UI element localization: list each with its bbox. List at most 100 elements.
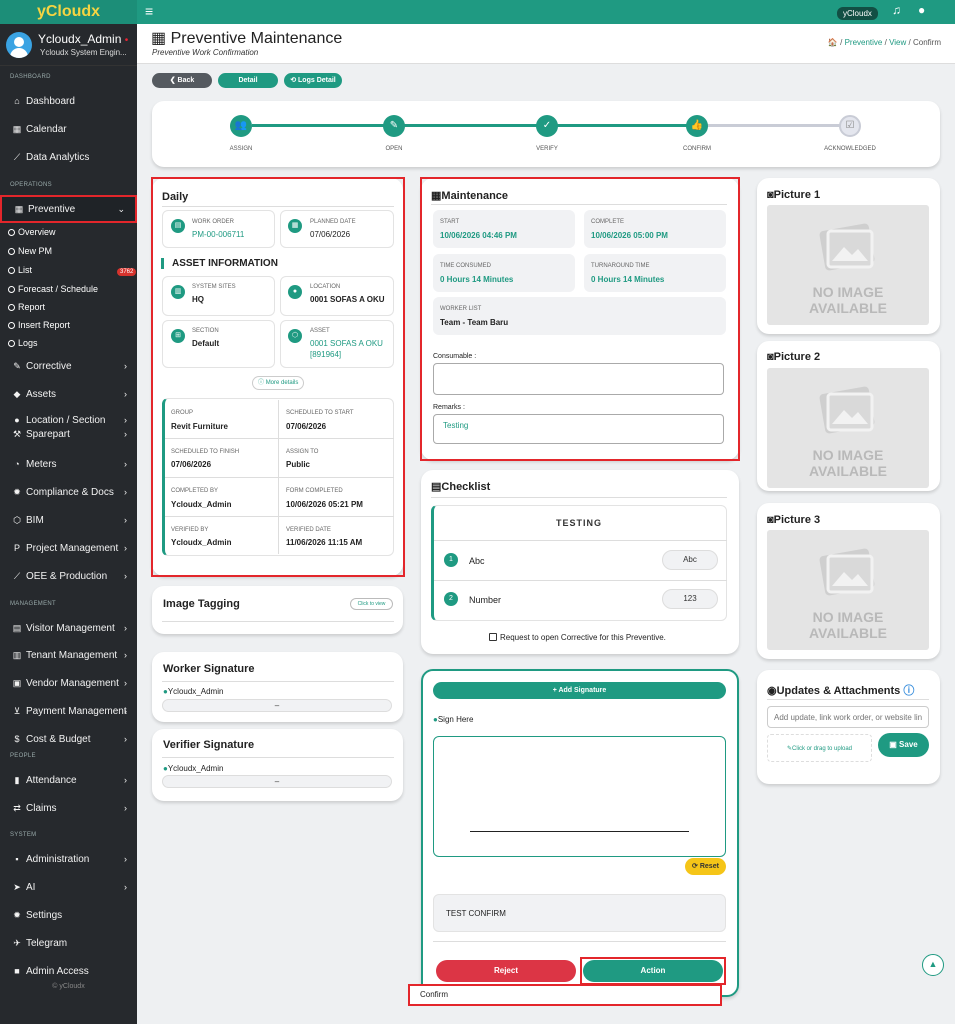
sidebar-item-oee[interactable]: ⟋ OEE & Production › (0, 566, 137, 586)
reject-button[interactable]: Reject (436, 960, 576, 982)
action-dropdown-option-confirm[interactable]: Confirm (408, 984, 722, 1006)
image-icon (819, 386, 875, 434)
consumable-textarea[interactable] (433, 363, 724, 395)
sidebar-item-claims[interactable]: ⇄ Claims › (0, 798, 137, 818)
sidebar-sub-report[interactable]: Report (8, 302, 45, 312)
checkbox[interactable] (489, 633, 497, 641)
sidebar-item-calendar[interactable]: ▦ Calendar (0, 119, 137, 139)
more-details-button[interactable]: ⓘ More details (252, 376, 305, 390)
picture-2-title: Picture 2 (773, 351, 821, 363)
image-icon (819, 223, 875, 271)
sidebar-item-project[interactable]: P Project Management › (0, 538, 137, 558)
sidebar-sub-list[interactable]: List (8, 265, 32, 275)
asset-value-id[interactable]: [891964] (310, 350, 341, 359)
sidebar-sub-logs[interactable]: Logs (8, 338, 38, 348)
sidebar-item-administration[interactable]: ▪ Administration › (0, 849, 137, 869)
signature-pad[interactable] (433, 736, 726, 857)
building-icon: ▥ (171, 285, 185, 299)
home-icon[interactable]: 🏠 (828, 38, 838, 47)
upload-dropzone[interactable]: ✎Click or drag to upload (767, 734, 872, 762)
checklist-item-value[interactable]: 123 (662, 589, 718, 609)
sidebar-item-attendance[interactable]: ▮ Attendance › (0, 770, 137, 790)
profile-block[interactable]: Ycloudx_Admin • Ycloudx System Engin... (0, 24, 137, 66)
sidebar-item-cost[interactable]: $ Cost & Budget › (0, 729, 137, 749)
no-image-text: NO IMAGE (812, 284, 884, 300)
picture-2-placeholder[interactable]: NO IMAGE AVAILABLE (767, 368, 929, 488)
sidebar-item-admin-access[interactable]: ■ Admin Access (0, 961, 137, 981)
users-icon[interactable]: 👥 (230, 115, 252, 137)
sidebar-item-sparepart[interactable]: ⚒ Sparepart › (0, 426, 137, 442)
sidebar-item-payment[interactable]: ⊻ Payment Management › (0, 701, 137, 721)
action-highlight (580, 957, 726, 985)
org-badge[interactable]: yCloudx (837, 7, 878, 20)
save-button[interactable]: ▣ Save (878, 733, 929, 757)
sub-label: Insert Report (18, 320, 71, 330)
page-title: Preventive Maintenance (170, 30, 343, 47)
click-to-view-button[interactable]: Click to view (350, 598, 393, 610)
sidebar-sub-new-pm[interactable]: New PM (8, 246, 52, 256)
detail-button[interactable]: Detail (218, 73, 278, 88)
verifier-signature-title: Verifier Signature (163, 739, 255, 751)
sidebar-item-vendor[interactable]: ▣ Vendor Management › (0, 673, 137, 693)
work-order-value[interactable]: PM-00-006711 (192, 230, 244, 239)
sidebar-item-compliance[interactable]: ✹ Compliance & Docs › (0, 482, 137, 502)
info-icon[interactable]: ⓘ (903, 685, 914, 697)
app-logo[interactable]: yCloudx (0, 0, 137, 24)
sidebar-sub-overview[interactable]: Overview (8, 227, 56, 237)
sidebar-item-visitor[interactable]: ▤ Visitor Management › (0, 618, 137, 638)
sidebar-item-assets[interactable]: ◆ Assets › (0, 384, 137, 404)
chevron-right-icon: › (124, 678, 127, 688)
back-button[interactable]: ❮ Back (152, 73, 212, 88)
sidebar-label: Project Management (26, 543, 119, 554)
acknowledge-icon[interactable]: ☑ (839, 115, 861, 137)
sidebar-sub-insert-report[interactable]: Insert Report (8, 320, 70, 330)
reset-button[interactable]: ⟳ Reset (685, 858, 726, 875)
remarks-textarea[interactable]: Testing (433, 414, 724, 444)
sidebar-item-ai[interactable]: ➤ AI › (0, 877, 137, 897)
update-input[interactable] (767, 706, 929, 728)
checklist-header: TESTING (555, 518, 602, 528)
complete-label: COMPLETE (591, 219, 625, 225)
sidebar-item-meters[interactable]: ◔ Meters › (0, 454, 137, 474)
sidebar-item-tenant[interactable]: ▥ Tenant Management › (0, 645, 137, 665)
sidebar-item-settings[interactable]: ✹ Settings (0, 905, 137, 925)
crumb-view[interactable]: View (889, 38, 906, 47)
save-label: Save (899, 740, 918, 749)
asset-value-name[interactable]: 0001 SOFAS A OKU (310, 339, 383, 348)
chevron-right-icon: › (124, 543, 127, 553)
picture-1-placeholder[interactable]: NO IMAGE AVAILABLE (767, 205, 929, 325)
image-icon (819, 548, 875, 596)
checklist-item-label: Number (469, 595, 502, 605)
sidebar-item-dashboard[interactable]: ⌂ Dashboard (0, 91, 137, 111)
bell-icon[interactable]: ♫ (892, 3, 901, 17)
sitemap-icon: ⊞ (171, 329, 185, 343)
sidebar-item-corrective[interactable]: ✎ Corrective › (0, 356, 137, 376)
sidebar-item-telegram[interactable]: ✈ Telegram (0, 933, 137, 953)
checklist-item-value[interactable]: Abc (662, 550, 718, 570)
wrench-icon[interactable]: ✎ (383, 115, 405, 137)
scroll-top-icon[interactable]: ▲ (922, 954, 944, 976)
hamburger-icon[interactable]: ≡ (145, 3, 153, 19)
sidebar-item-preventive[interactable]: ▦ Preventive ⌄ (0, 195, 137, 223)
home-icon: ⌂ (14, 96, 20, 106)
user-icon[interactable]: ● (918, 3, 925, 17)
sidebar-sub-forecast[interactable]: Forecast / Schedule (8, 284, 98, 294)
time-consumed-box (433, 254, 575, 292)
chevron-right-icon: › (124, 854, 127, 864)
sidebar-item-data-analytics[interactable]: ⟋ Data Analytics (0, 147, 137, 167)
sub-label: New PM (18, 246, 53, 256)
divider (162, 757, 394, 758)
complete-value: 10/06/2026 05:00 PM (591, 231, 668, 240)
thumbs-up-icon[interactable]: 👍 (686, 115, 708, 137)
chevron-right-icon: › (124, 571, 127, 581)
add-signature-button[interactable]: + Add Signature (433, 682, 726, 699)
crumb-sep: / (840, 38, 843, 47)
picture-3-placeholder[interactable]: NO IMAGE AVAILABLE (767, 530, 929, 650)
section-value: Default (192, 339, 220, 348)
corrective-request-checkbox[interactable]: Request to open Corrective for this Prev… (489, 633, 666, 642)
check-circle-icon[interactable]: ✓ (536, 115, 558, 137)
logs-detail-button[interactable]: ⟲ Logs Detail (284, 73, 342, 88)
sidebar-item-bim[interactable]: ⬡ BIM › (0, 510, 137, 530)
asset-info-heading: ASSET INFORMATION (172, 258, 278, 269)
crumb-preventive[interactable]: Preventive (845, 38, 883, 47)
